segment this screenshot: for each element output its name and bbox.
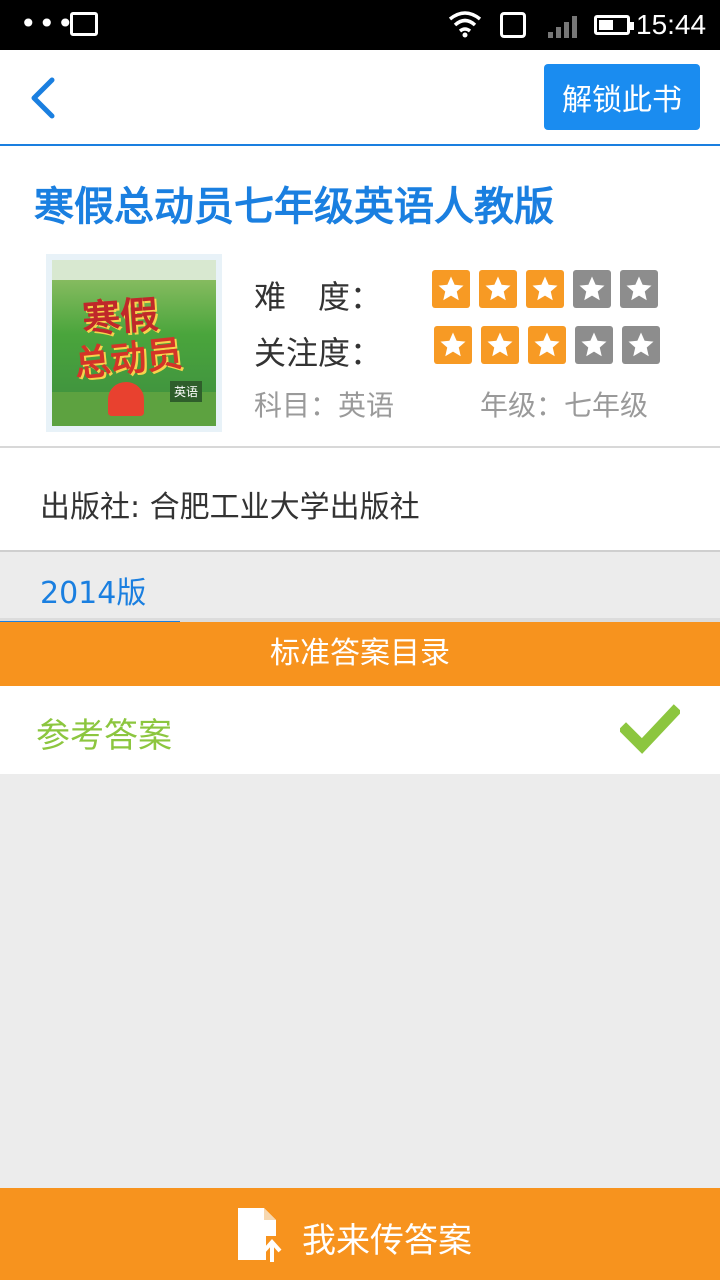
image-icon	[70, 12, 98, 36]
upload-answer-button[interactable]: 我来传答案	[0, 1188, 720, 1280]
star-icon	[481, 326, 519, 364]
status-bar: ••• 15:44	[0, 0, 720, 50]
star-icon	[573, 270, 611, 308]
subject-text: 科目：英语	[254, 389, 395, 422]
book-info-card: 寒假总动员七年级英语人教版 寒假 总动员 英语 难 度： 关注度： 科目：英语 …	[0, 146, 720, 448]
upload-answer-label: 我来传答案	[302, 1221, 472, 1261]
star-icon	[620, 270, 658, 308]
star-icon	[432, 270, 470, 308]
star-icon	[528, 326, 566, 364]
publisher-text: 出版社: 合肥工业大学出版社	[40, 490, 420, 525]
cover-subject-tag: 英语	[169, 381, 202, 402]
star-icon	[622, 326, 660, 364]
top-bar: 解锁此书	[0, 50, 720, 146]
attention-label: 关注度：	[254, 334, 383, 372]
difficulty-rating	[432, 270, 658, 308]
book-title: 寒假总动员七年级英语人教版	[34, 184, 554, 230]
grade-text: 年级：七年级	[480, 389, 649, 422]
check-icon	[620, 704, 680, 754]
unlock-book-button[interactable]: 解锁此书	[544, 64, 700, 130]
tab-edition-2014[interactable]: 2014版	[0, 552, 180, 626]
chevron-left-icon[interactable]	[20, 72, 70, 124]
file-upload-icon	[238, 1208, 282, 1262]
wifi-icon	[448, 11, 482, 38]
star-icon	[434, 326, 472, 364]
star-icon	[479, 270, 517, 308]
star-icon	[575, 326, 613, 364]
signal-icon	[548, 16, 577, 38]
difficulty-label: 难 度：	[254, 278, 383, 316]
list-item[interactable]: 参考答案	[0, 686, 720, 774]
sim-icon	[500, 12, 526, 38]
answer-catalog-header: 标准答案目录	[0, 622, 720, 686]
attention-rating	[434, 326, 660, 364]
cover-title-line2: 总动员	[72, 332, 185, 386]
edition-tabs: 2014版	[0, 552, 720, 626]
status-time: 15:44	[636, 9, 707, 40]
tab-label: 2014版	[40, 576, 147, 611]
star-icon	[526, 270, 564, 308]
battery-icon	[594, 15, 634, 35]
more-dots-icon: •••	[20, 7, 76, 40]
book-cover: 寒假 总动员 英语	[46, 254, 222, 432]
publisher-row: 出版社: 合肥工业大学出版社	[0, 448, 720, 552]
answer-item-label: 参考答案	[36, 716, 172, 756]
